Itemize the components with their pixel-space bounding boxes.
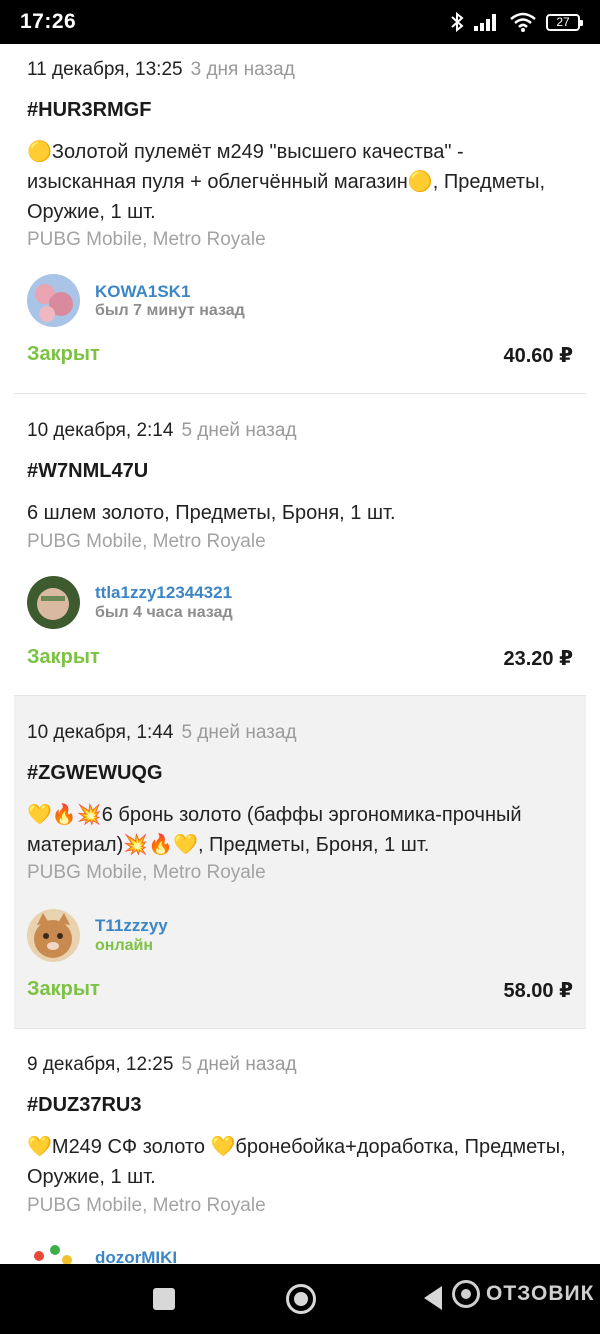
order-status: Закрыт <box>27 646 100 668</box>
seller-online-status: онлайн <box>95 937 153 954</box>
bluetooth-icon <box>451 12 464 32</box>
order-date-row: 11 декабря, 13:25 3 дня назад <box>27 59 295 81</box>
order-ago: 5 дней назад <box>181 420 297 441</box>
seller-name[interactable]: ttla1zzy12344321 <box>95 583 232 603</box>
status-bar: 17:26 27 <box>0 0 600 44</box>
avatar[interactable] <box>27 274 80 327</box>
avatar[interactable] <box>27 576 80 629</box>
orders-list[interactable]: 11 декабря, 13:25 3 дня назад #HUR3RMGF 🟡… <box>0 44 600 1264</box>
order-id: #DUZ37RU3 <box>27 1094 142 1116</box>
seller-last-seen: был 7 минут назад <box>95 302 245 319</box>
order-card[interactable]: 10 декабря, 1:44 5 дней назад #ZGWEWUQG 💛… <box>14 696 586 1028</box>
order-date-row: 9 декабря, 12:25 5 дней назад <box>27 1054 297 1076</box>
order-status: Закрыт <box>27 343 100 365</box>
back-button[interactable] <box>424 1286 442 1310</box>
order-id: #W7NML47U <box>27 460 149 482</box>
watermark: ОТЗОВИК <box>452 1280 594 1308</box>
system-nav-bar: ОТЗОВИК <box>0 1264 600 1334</box>
order-date-row: 10 декабря, 2:14 5 дней назад <box>27 420 297 442</box>
order-ago: 5 дней назад <box>181 722 297 743</box>
seller-name[interactable]: dozorMIKI <box>95 1248 177 1264</box>
order-date-row: 10 декабря, 1:44 5 дней назад <box>27 722 297 744</box>
order-id: #ZGWEWUQG <box>27 762 163 784</box>
watermark-logo-icon <box>452 1280 480 1308</box>
seller-name[interactable]: KOWA1SK1 <box>95 282 190 302</box>
order-description: 6 шлем золото, Предметы, Броня, 1 шт. <box>27 502 396 524</box>
home-button[interactable] <box>286 1284 316 1314</box>
order-price: 40.60 ₽ <box>503 345 573 367</box>
order-game: PUBG Mobile, Metro Royale <box>27 1195 266 1216</box>
order-price: 58.00 ₽ <box>503 980 573 1002</box>
status-icons: 27 <box>450 12 583 32</box>
order-description: 🟡Золотой пулемёт м249 "высшего качества"… <box>27 141 545 223</box>
order-price: 23.20 ₽ <box>503 648 573 670</box>
order-game: PUBG Mobile, Metro Royale <box>27 862 266 883</box>
clock: 17:26 <box>20 10 77 33</box>
order-card[interactable]: 11 декабря, 13:25 3 дня назад #HUR3RMGF 🟡… <box>14 44 586 393</box>
order-ago: 5 дней назад <box>181 1054 297 1075</box>
order-card[interactable]: 9 декабря, 12:25 5 дней назад #DUZ37RU3 💛… <box>14 1029 586 1264</box>
order-card[interactable]: 10 декабря, 2:14 5 дней назад #W7NML47U 6… <box>14 394 586 695</box>
battery-level: 27 <box>556 15 570 29</box>
recents-button[interactable] <box>153 1288 175 1310</box>
order-ago: 3 дня назад <box>190 59 295 80</box>
avatar[interactable] <box>27 909 80 962</box>
signal-icon <box>474 14 496 31</box>
seller-name[interactable]: T11zzzyy <box>95 916 168 936</box>
wifi-icon <box>510 12 536 32</box>
order-date: 11 декабря, 13:25 <box>27 59 183 80</box>
order-id: #HUR3RMGF <box>27 99 152 121</box>
order-date: 10 декабря, 1:44 <box>27 722 174 743</box>
order-game: PUBG Mobile, Metro Royale <box>27 531 266 552</box>
watermark-text: ОТЗОВИК <box>486 1282 595 1305</box>
order-date: 10 декабря, 2:14 <box>27 420 174 441</box>
order-date: 9 декабря, 12:25 <box>27 1054 174 1075</box>
order-description: 💛М249 СФ золото 💛бронебойка+доработка, П… <box>27 1136 566 1188</box>
order-game: PUBG Mobile, Metro Royale <box>27 229 266 250</box>
order-description: 💛🔥💥6 бронь золото (баффы эргономика-проч… <box>27 804 522 856</box>
battery-icon: 27 <box>546 13 583 31</box>
order-status: Закрыт <box>27 978 100 1000</box>
seller-last-seen: был 4 часа назад <box>95 604 233 621</box>
avatar[interactable] <box>27 1240 80 1264</box>
